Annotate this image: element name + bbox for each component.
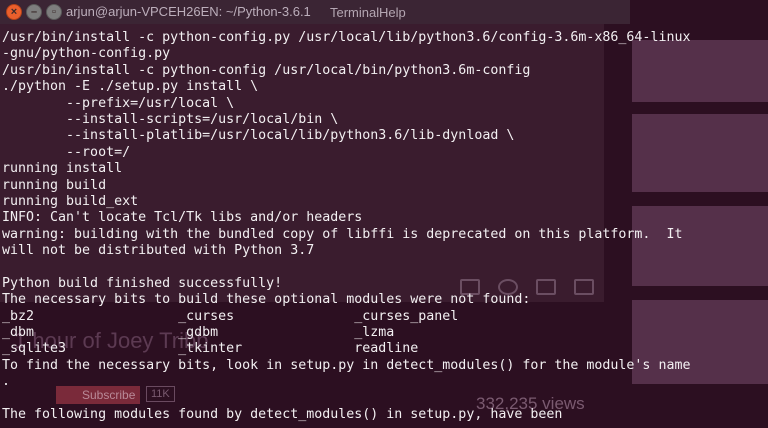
terminal-line: warning: building with the bundled copy … xyxy=(2,226,683,242)
terminal-line: The necessary bits to build these option… xyxy=(2,292,531,308)
minimize-icon: – xyxy=(30,6,38,18)
window-title: arjun@arjun-VPCEH26EN: ~/Python-3.6.1 xyxy=(66,4,311,19)
maximize-button[interactable]: ▫ xyxy=(46,4,62,20)
terminal-line: --prefix=/usr/local \ xyxy=(2,95,235,111)
terminal-line: running install xyxy=(2,161,123,177)
terminal-line: The following modules found by detect_mo… xyxy=(2,406,563,422)
terminal-line: running build_ext xyxy=(2,193,139,209)
terminal-output[interactable]: /usr/bin/install -c python-config.py /us… xyxy=(2,30,764,423)
terminal-line: To find the necessary bits, look in setu… xyxy=(2,357,691,373)
terminal-line: will not be distributed with Python 3.7 xyxy=(2,243,315,259)
terminal-line: running build xyxy=(2,177,107,193)
terminal-line: _dbm _gdbm _lzma xyxy=(2,325,395,341)
window-titlebar: × – ▫ arjun@arjun-VPCEH26EN: ~/Python-3.… xyxy=(0,0,768,24)
close-button[interactable]: × xyxy=(6,4,22,20)
terminal-line: /usr/bin/install -c python-config.py /us… xyxy=(2,30,691,45)
menu-help[interactable]: Help xyxy=(379,5,406,20)
terminal-line: . xyxy=(2,374,11,390)
close-icon: × xyxy=(10,6,18,18)
terminal-line: --root=/ xyxy=(2,144,131,160)
minimize-button[interactable]: – xyxy=(26,4,42,20)
terminal-line: INFO: Can't locate Tcl/Tk libs and/or he… xyxy=(2,210,363,226)
menu-terminal[interactable]: Terminal xyxy=(330,5,379,20)
terminal-line: --install-platlib=/usr/local/lib/python3… xyxy=(2,128,515,144)
maximize-icon: ▫ xyxy=(52,6,56,18)
terminal-line: ./python -E ./setup.py install \ xyxy=(2,79,259,95)
terminal-line: _sqlite3 _tkinter readline xyxy=(2,341,419,357)
terminal-line: Python build finished successfully! xyxy=(2,275,283,291)
terminal-line: --install-scripts=/usr/local/bin \ xyxy=(2,111,339,127)
terminal-line: _bz2 _curses _curses_panel xyxy=(2,308,459,324)
terminal-line: -gnu/python-config.py xyxy=(2,46,171,62)
terminal-line: /usr/bin/install -c python-config /usr/l… xyxy=(2,62,531,78)
